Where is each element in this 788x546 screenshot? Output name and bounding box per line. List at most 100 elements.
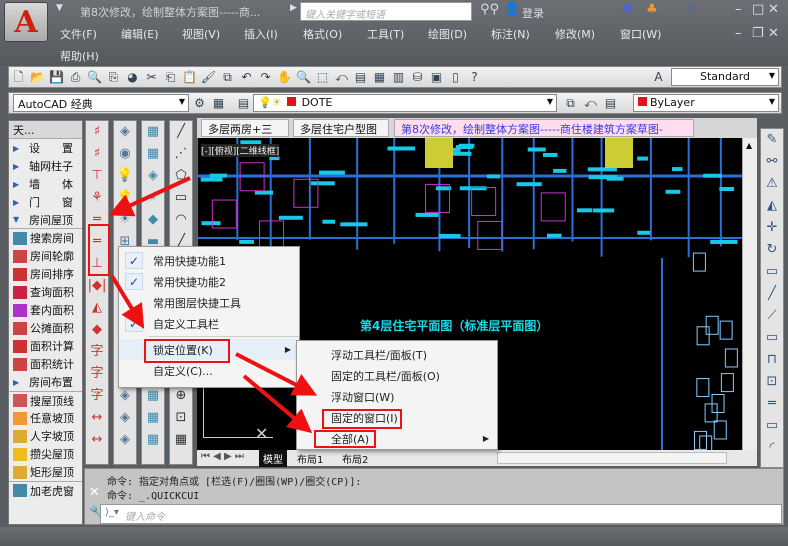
tool-button-icon[interactable]: ⚘ — [86, 187, 108, 209]
tool-button-icon[interactable]: 💡 — [114, 165, 136, 187]
new-icon[interactable]: 🗋 — [10, 69, 27, 86]
workspace-select[interactable]: AutoCAD 经典 ▼ — [13, 94, 189, 112]
tool-button-icon[interactable]: ▦ — [142, 385, 164, 407]
help-icon[interactable]: ? — [466, 69, 483, 86]
cut-icon[interactable]: ✂ — [143, 69, 160, 86]
panel-tool-item[interactable]: 任意坡顶 — [9, 409, 82, 427]
print-icon[interactable]: ⎙ — [67, 69, 84, 86]
tool-button-icon[interactable]: ▦ — [142, 121, 164, 143]
print-preview-icon[interactable]: 🔍 — [86, 69, 103, 86]
modify-tool-icon[interactable]: ✎ — [761, 129, 783, 151]
doc-close-button[interactable]: ✕ — [768, 26, 779, 41]
block-editor-icon[interactable]: ⧉ — [219, 69, 236, 86]
drawing-tab[interactable]: 多层两房+三房 — [201, 119, 289, 152]
section-settings[interactable]: ▶ 设 置 — [9, 139, 82, 157]
panel-tool-item[interactable]: 面积计算 — [9, 337, 82, 355]
expand-arrow-icon[interactable]: ▶ — [290, 3, 297, 13]
text-style-select[interactable]: Standard ▼ — [671, 68, 779, 86]
modify-tool-icon[interactable]: ⟋ — [761, 305, 783, 327]
menu-item-layer-tools[interactable]: 常用图层快捷工具 — [119, 292, 299, 313]
tool-button-icon[interactable]: 字 — [86, 385, 108, 407]
menu-modify[interactable]: 修改(M) — [555, 26, 595, 42]
tool-button-icon[interactable]: ◠ — [170, 209, 192, 231]
panel-tool-item[interactable]: 房间轮廓 — [9, 247, 82, 265]
modify-tool-icon[interactable]: ⚯ — [761, 151, 783, 173]
tool-button-icon[interactable]: ▦ — [142, 143, 164, 165]
maximize-button[interactable]: □ — [752, 2, 764, 17]
color-select[interactable]: ByLayer ▼ — [633, 94, 779, 112]
panel-tool-item[interactable]: 公摊面积 — [9, 319, 82, 337]
modify-tool-icon[interactable]: ╱ — [761, 283, 783, 305]
3d-dwf-icon[interactable]: ◕ — [124, 69, 141, 86]
section-doors-windows[interactable]: ▶ 门 窗 — [9, 193, 82, 211]
modify-tool-icon[interactable]: ═ — [761, 393, 783, 415]
layout-tab-model[interactable]: 模型 — [259, 450, 287, 467]
panel-tool-item[interactable]: 查询面积 — [9, 283, 82, 301]
exchange-icon[interactable]: ✖ — [622, 2, 633, 17]
layer-states-icon[interactable]: ▤ — [602, 95, 619, 112]
modify-tool-icon[interactable]: ↻ — [761, 239, 783, 261]
tool-button-icon[interactable]: 💡 — [114, 187, 136, 209]
zoom-realtime-icon[interactable]: 🔍 — [295, 69, 312, 86]
undo-icon[interactable]: ↶ — [238, 69, 255, 86]
tool-button-icon[interactable]: 字 — [86, 341, 108, 363]
scroll-up-icon[interactable]: ▲ — [743, 141, 752, 150]
minimize-button[interactable]: – — [735, 2, 742, 17]
submenu-floating-toolbars[interactable]: 浮动工具栏/面板(T) — [297, 344, 497, 365]
section-rooms-roofs[interactable]: ▼ 房间屋顶 — [9, 211, 82, 229]
zoom-window-icon[interactable]: ⬚ — [314, 69, 331, 86]
submenu-docked-toolbars[interactable]: 固定的工具栏/面板(O) — [297, 365, 497, 386]
properties-icon[interactable]: ▤ — [352, 69, 369, 86]
tool-button-icon[interactable]: ◭ — [86, 297, 108, 319]
section-walls[interactable]: ▶ 墙 体 — [9, 175, 82, 193]
horizontal-scrollbar[interactable] — [497, 452, 727, 464]
tool-button-icon[interactable]: ▦ — [142, 407, 164, 429]
layer-manager-icon[interactable]: ▤ — [235, 95, 252, 112]
menu-draw[interactable]: 绘图(D) — [428, 26, 467, 42]
tool-button-icon[interactable]: 字 — [86, 363, 108, 385]
modify-tool-icon[interactable]: ◭ — [761, 195, 783, 217]
design-center-icon[interactable]: ▦ — [371, 69, 388, 86]
tool-button-icon[interactable]: ⊤ — [86, 165, 108, 187]
panel-tool-item[interactable]: 面积统计 — [9, 355, 82, 373]
tool-button-icon[interactable]: ⬠ — [170, 165, 192, 187]
menu-file[interactable]: 文件(F) — [60, 26, 97, 42]
command-input[interactable]: ⟩_▾ 键入命令 — [100, 504, 782, 524]
open-icon[interactable]: 📂 — [29, 69, 46, 86]
tool-button-icon[interactable]: ▦ — [142, 429, 164, 451]
menu-help[interactable]: 帮助(H) — [60, 48, 99, 64]
tool-button-icon[interactable]: ◈ — [114, 385, 136, 407]
tool-button-icon[interactable]: ⊕ — [170, 385, 192, 407]
autodesk-360-icon[interactable]: ♣ — [646, 2, 658, 17]
modify-tool-icon[interactable]: ◜ — [761, 437, 783, 459]
paste-icon[interactable]: 📋 — [181, 69, 198, 86]
tool-button-icon[interactable]: |◆| — [86, 275, 108, 297]
menu-tools[interactable]: 工具(T) — [367, 26, 404, 42]
menu-format[interactable]: 格式(O) — [303, 26, 342, 42]
tool-button-icon[interactable]: ♯ — [142, 187, 164, 209]
tool-button-icon[interactable]: ◈ — [114, 429, 136, 451]
layout-nav-buttons[interactable]: ⏮ ◀ ▶ ⏭ — [201, 451, 244, 462]
tool-palettes-icon[interactable]: ▥ — [390, 69, 407, 86]
tool-button-icon[interactable]: ◉ — [114, 143, 136, 165]
panel-tool-item[interactable]: 套内面积 — [9, 301, 82, 319]
vertical-scrollbar[interactable]: ▲ — [742, 138, 757, 450]
workspace-settings-icon[interactable]: ⚙ — [191, 95, 208, 112]
drawing-tab[interactable]: 多层住宅户型图 — [293, 119, 389, 137]
panel-tool-item[interactable]: ▶ 房间布置 — [9, 373, 82, 391]
tool-button-icon[interactable]: ↔ — [86, 407, 108, 429]
tool-button-icon[interactable]: ◈ — [114, 121, 136, 143]
menu-item-customize[interactable]: 自定义(C)... — [119, 360, 299, 381]
menu-view[interactable]: 视图(V) — [182, 26, 220, 42]
calculator-icon[interactable]: ▯ — [447, 69, 464, 86]
panel-tool-item[interactable]: 房间排序 — [9, 265, 82, 283]
login-link[interactable]: 登录 — [522, 5, 544, 21]
submenu-floating-windows[interactable]: 浮动窗口(W) — [297, 386, 497, 407]
doc-restore-button[interactable]: ❐ — [752, 26, 764, 41]
tool-button-icon[interactable]: ◈ — [142, 165, 164, 187]
modify-tool-icon[interactable]: ✛ — [761, 217, 783, 239]
redo-icon[interactable]: ↷ — [257, 69, 274, 86]
tool-button-icon[interactable]: ♯ — [86, 121, 108, 143]
section-axis-columns[interactable]: ▶ 轴网柱子 — [9, 157, 82, 175]
menu-item-quick-functions-2[interactable]: ✓ 常用快捷功能2 — [119, 271, 299, 292]
